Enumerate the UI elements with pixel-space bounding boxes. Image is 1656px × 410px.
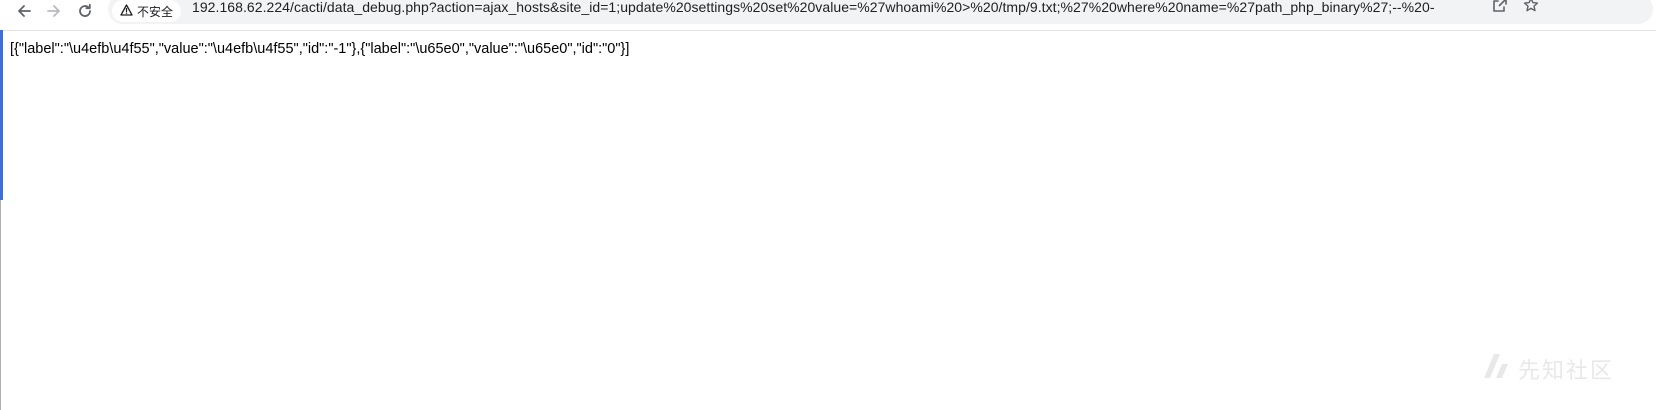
share-box-icon xyxy=(1492,0,1508,18)
watermark-text: 先知社区 xyxy=(1518,358,1615,384)
forward-button[interactable] xyxy=(40,0,68,22)
watermark: 先知社区 xyxy=(1480,352,1614,385)
json-response-text: [{"label":"\u4efb\u4f55","value":"\u4efb… xyxy=(10,41,630,57)
arrow-right-icon xyxy=(46,3,62,19)
arrow-left-icon xyxy=(16,3,32,19)
browser-toolbar: 不安全 192.168.62.224/cacti/data_debug.php?… xyxy=(0,0,1656,31)
security-label: 不安全 xyxy=(137,4,174,19)
reload-icon xyxy=(77,3,93,19)
url-text[interactable]: 192.168.62.224/cacti/data_debug.php?acti… xyxy=(192,0,1435,17)
watermark-logo-icon xyxy=(1480,352,1512,385)
security-indicator[interactable]: 不安全 xyxy=(112,0,182,22)
share-button[interactable] xyxy=(1488,0,1512,18)
star-outline-icon xyxy=(1523,0,1539,18)
back-button[interactable] xyxy=(10,0,38,22)
bookmark-button[interactable] xyxy=(1519,0,1543,18)
address-bar[interactable]: 不安全 192.168.62.224/cacti/data_debug.php?… xyxy=(108,0,1653,24)
warning-icon xyxy=(120,3,133,19)
window-edge-accent xyxy=(0,30,3,200)
reload-button[interactable] xyxy=(71,0,99,22)
window-edge-divider xyxy=(0,200,1,410)
